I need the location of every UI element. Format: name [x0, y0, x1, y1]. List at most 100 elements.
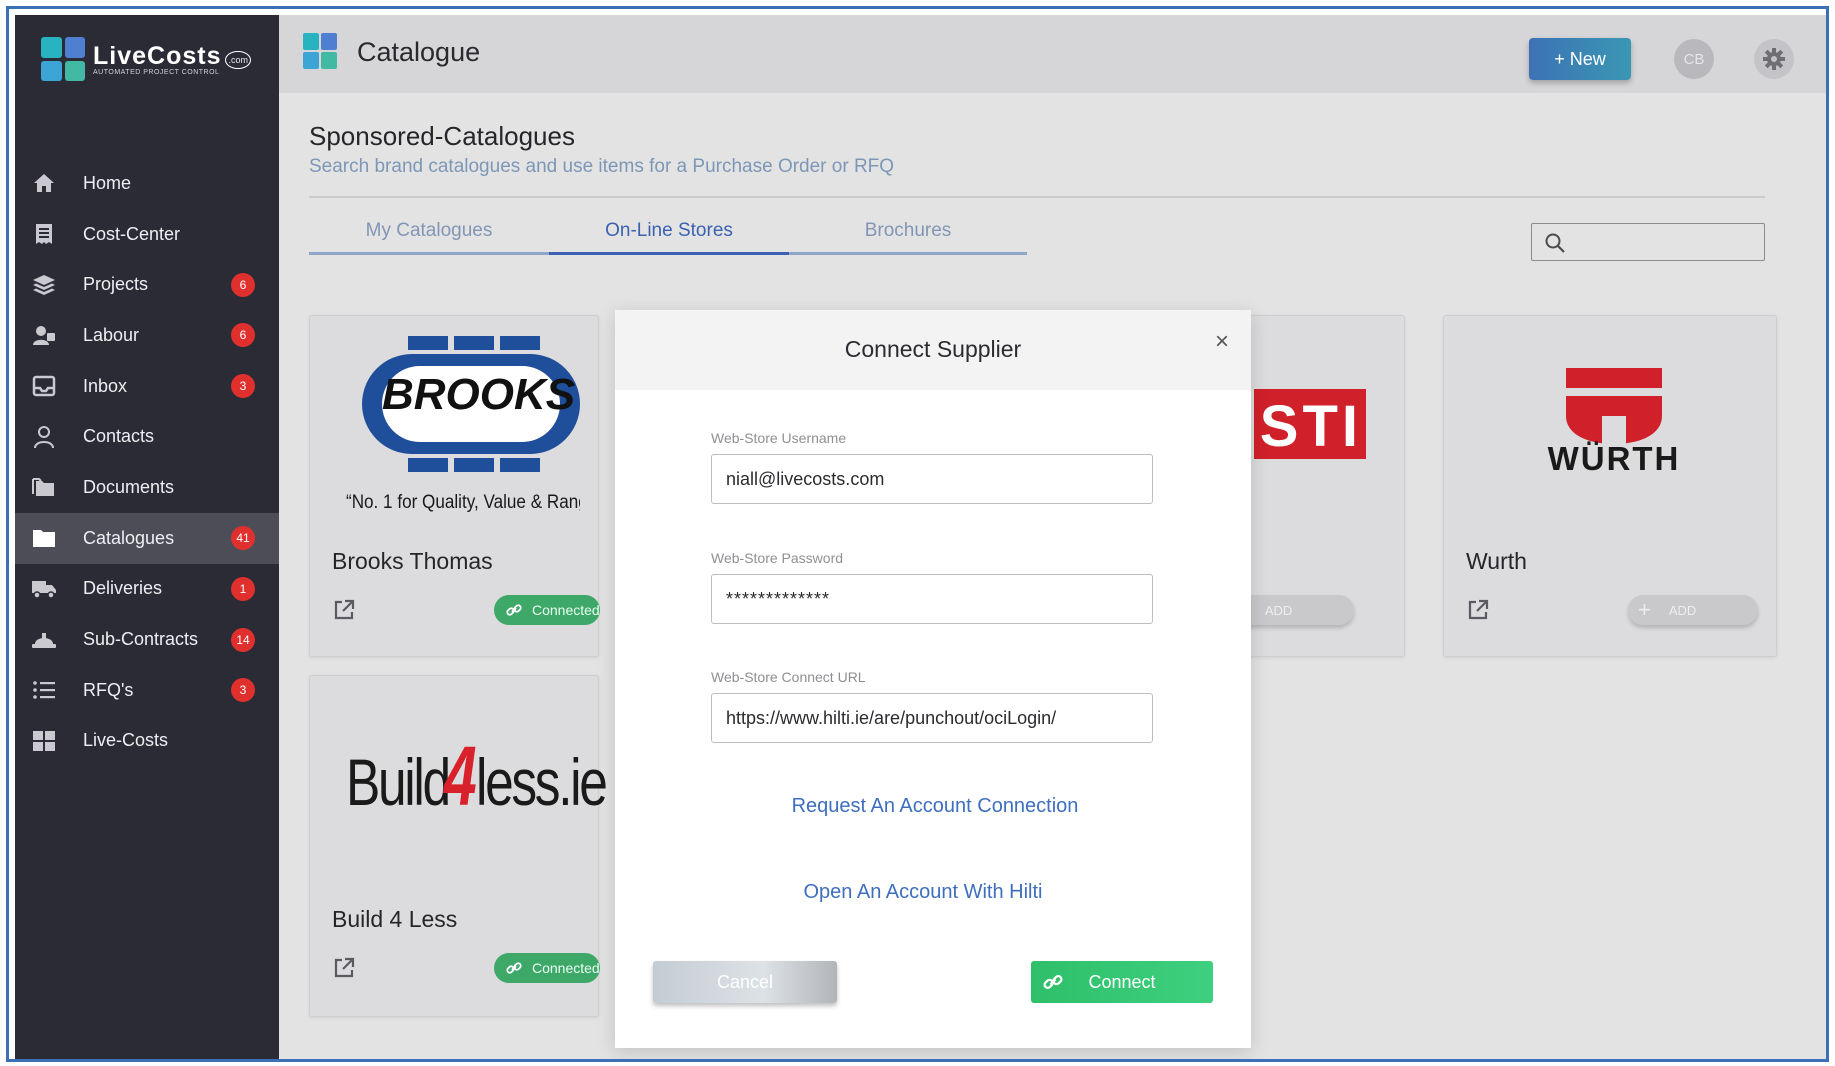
external-link-icon[interactable]	[332, 598, 356, 622]
documents-icon	[31, 475, 57, 499]
add-button[interactable]: + ADD	[1628, 595, 1758, 625]
sidebar-item-label: Contacts	[83, 426, 155, 447]
sidebar-item-label: Sub-Contracts	[83, 629, 199, 650]
password-field[interactable]: *************	[711, 574, 1153, 624]
receipt-icon	[31, 222, 57, 246]
build4less-logo-text-a: Build	[346, 745, 451, 819]
brooks-logo: BROOKS	[360, 334, 590, 484]
hardhat-icon	[31, 628, 57, 652]
sidebar-item-catalogues[interactable]: Catalogues 41	[15, 512, 279, 564]
connect-supplier-modal: Connect Supplier × Web-Store Username ni…	[615, 310, 1251, 1048]
rfqs-count-badge: 3	[231, 678, 255, 703]
layers-icon	[31, 273, 57, 297]
sidebar-item-home[interactable]: Home	[15, 158, 279, 209]
connected-status-button[interactable]: Connected	[494, 595, 600, 625]
wurth-logo-text: WÜRTH	[1547, 440, 1681, 477]
build4less-logo: Build4less.ie	[346, 728, 606, 828]
build4less-logo-text-b: 4	[443, 729, 477, 823]
settings-button[interactable]	[1754, 39, 1794, 79]
catalogues-count-badge: 41	[231, 526, 255, 551]
password-label: Web-Store Password	[711, 550, 844, 566]
grid-icon	[31, 729, 57, 753]
external-link-icon[interactable]	[1466, 598, 1490, 622]
worker-icon	[31, 323, 57, 347]
open-account-link[interactable]: Open An Account With Hilti	[595, 881, 1251, 904]
link-icon	[1043, 974, 1063, 990]
build4less-logo-text-c: less.ie	[476, 745, 606, 819]
link-icon	[506, 962, 522, 974]
cancel-button[interactable]: Cancel	[653, 961, 837, 1003]
top-bar: Catalogue + New CB	[279, 15, 1826, 93]
page-title: Sponsored-Catalogues	[309, 121, 575, 151]
sidebar-item-label: RFQ's	[83, 679, 134, 700]
sidebar-item-label: Home	[83, 172, 132, 193]
sidebar-item-live-costs[interactable]: Live-Costs	[15, 716, 279, 767]
sidebar-item-rfqs[interactable]: RFQ's 3	[15, 665, 279, 716]
sidebar-item-label: Documents	[83, 476, 175, 497]
page-header-title: Catalogue	[357, 37, 481, 67]
add-label: ADD	[1264, 602, 1293, 618]
sidebar-item-label: Catalogues	[83, 527, 175, 548]
sidebar-item-label: Projects	[83, 274, 149, 295]
sti-logo-text: STI	[1259, 394, 1362, 459]
connected-label: Connected	[532, 602, 600, 618]
username-label: Web-Store Username	[711, 430, 847, 446]
tab-my-catalogues[interactable]: My Catalogues	[309, 209, 549, 252]
sidebar-item-cost-center[interactable]: Cost-Center	[15, 209, 279, 260]
projects-count-badge: 6	[231, 272, 255, 297]
app: LiveCosts .com AUTOMATED PROJECT CONTROL …	[15, 15, 1826, 1059]
search-input[interactable]	[1531, 223, 1765, 261]
divider	[309, 196, 1765, 198]
catalogue-card-brooks[interactable]: BROOKS “No. 1 for Quality, Value & Range…	[309, 315, 600, 657]
sidebar: LiveCosts .com AUTOMATED PROJECT CONTROL …	[15, 15, 279, 1059]
close-icon[interactable]: ×	[1215, 328, 1229, 356]
sidebar-item-projects[interactable]: Projects 6	[15, 259, 279, 310]
sub-contracts-count-badge: 14	[231, 627, 255, 652]
page-subtitle: Search brand catalogues and use items fo…	[309, 156, 895, 177]
connect-url-field[interactable]: https://www.hilti.ie/are/punchout/ociLog…	[711, 693, 1153, 743]
add-label: ADD	[1668, 602, 1697, 618]
inbox-count-badge: 3	[231, 374, 255, 399]
sti-logo: STI	[1254, 389, 1366, 459]
labour-count-badge: 6	[231, 323, 255, 348]
connected-status-button[interactable]: Connected	[494, 953, 600, 983]
sidebar-item-label: Cost-Center	[83, 223, 181, 244]
sidebar-item-label: Labour	[83, 324, 140, 345]
home-icon	[31, 171, 57, 195]
link-icon	[506, 604, 522, 616]
brand-logo[interactable]: LiveCosts .com AUTOMATED PROJECT CONTROL	[41, 35, 251, 83]
brooks-tagline: “No. 1 for Quality, Value & Range”	[346, 492, 580, 513]
username-field[interactable]: niall@livecosts.com	[711, 454, 1153, 504]
catalogue-card-wurth[interactable]: WÜRTH Wurth + ADD	[1443, 315, 1777, 657]
connect-button[interactable]: Connect	[1031, 961, 1213, 1003]
sidebar-item-label: Inbox	[83, 375, 128, 396]
sidebar-item-documents[interactable]: Documents	[15, 462, 279, 513]
sidebar-item-label: Deliveries	[83, 578, 163, 599]
plus-icon: +	[1638, 597, 1651, 622]
sidebar-item-labour[interactable]: Labour 6	[15, 310, 279, 361]
sidebar-item-inbox[interactable]: Inbox 3	[15, 361, 279, 412]
tab-brochures[interactable]: Brochures	[789, 209, 1027, 252]
connect-label: Connect	[1088, 971, 1156, 992]
catalogue-card-name: Build 4 Less	[332, 906, 458, 932]
catalogue-card-build4less[interactable]: Build4less.ie Build 4 Less Connected	[309, 675, 606, 1017]
brand-com: .com	[225, 50, 251, 69]
avatar[interactable]: CB	[1674, 39, 1714, 79]
sidebar-item-deliveries[interactable]: Deliveries 1	[15, 564, 279, 615]
new-button[interactable]: + New	[1529, 38, 1631, 80]
modal-title: Connect Supplier	[844, 336, 1022, 362]
person-icon	[31, 425, 57, 449]
external-link-icon[interactable]	[332, 956, 356, 980]
sidebar-item-sub-contracts[interactable]: Sub-Contracts 14	[15, 614, 279, 665]
truck-icon	[31, 577, 57, 601]
request-account-link[interactable]: Request An Account Connection	[619, 795, 1251, 818]
catalogue-card-name: Wurth	[1466, 548, 1527, 574]
sidebar-item-contacts[interactable]: Contacts	[15, 411, 279, 462]
deliveries-count-badge: 1	[231, 576, 255, 601]
catalogue-app-icon	[303, 33, 337, 69]
list-icon	[31, 678, 57, 702]
catalogue-tabs: My Catalogues On-Line Stores Brochures	[309, 209, 1027, 255]
tab-online-stores[interactable]: On-Line Stores	[549, 209, 789, 255]
url-label: Web-Store Connect URL	[711, 669, 866, 685]
connected-label: Connected	[532, 960, 600, 976]
